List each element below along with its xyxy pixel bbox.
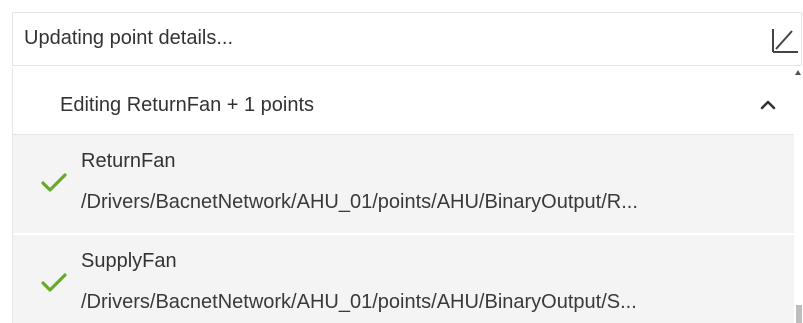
points-panel: Editing ReturnFan + 1 points ReturnFan /… xyxy=(12,68,795,323)
status-header: Updating point details... xyxy=(12,12,802,66)
list-item[interactable]: SupplyFan /Drivers/BacnetNetwork/AHU_01/… xyxy=(13,235,795,323)
point-path: /Drivers/BacnetNetwork/AHU_01/points/AHU… xyxy=(81,191,638,213)
update-points-dialog: Updating point details... Editing Return… xyxy=(0,0,803,323)
points-list: ReturnFan /Drivers/BacnetNetwork/AHU_01/… xyxy=(13,135,795,323)
editing-section-header[interactable]: Editing ReturnFan + 1 points xyxy=(13,68,795,135)
point-path: /Drivers/BacnetNetwork/AHU_01/points/AHU… xyxy=(81,291,637,313)
list-item[interactable]: ReturnFan /Drivers/BacnetNetwork/AHU_01/… xyxy=(13,135,795,235)
scrollbar-thumb[interactable] xyxy=(796,305,802,323)
scroll-up-arrow-icon[interactable] xyxy=(795,70,801,75)
chevron-up-icon[interactable] xyxy=(757,94,779,116)
checkmark-icon xyxy=(40,272,68,294)
scrollbar-track[interactable] xyxy=(794,68,803,323)
point-name: ReturnFan xyxy=(81,150,176,172)
section-title: Editing ReturnFan + 1 points xyxy=(60,94,315,116)
checkmark-icon xyxy=(40,172,68,194)
status-title: Updating point details... xyxy=(24,27,234,49)
expand-diagonal-icon[interactable] xyxy=(769,25,801,57)
point-name: SupplyFan xyxy=(81,250,177,272)
